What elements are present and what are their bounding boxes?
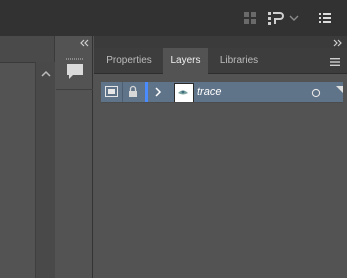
expand-arrow-icon[interactable] — [154, 86, 162, 106]
comments-button[interactable] — [56, 56, 93, 90]
layer-list-divider — [101, 102, 343, 103]
panel-tab-bar: Properties Layers Libraries — [94, 48, 347, 74]
target-circle-icon[interactable] — [311, 87, 321, 107]
chevron-down-icon[interactable] — [288, 9, 300, 27]
row-divider — [122, 82, 123, 102]
gpu-performance-icon[interactable] — [266, 9, 286, 27]
panel-header — [94, 36, 347, 48]
scroll-up-icon[interactable] — [40, 68, 52, 82]
arrange-grid-icon[interactable] — [241, 9, 259, 27]
layer-color-swatch — [145, 82, 148, 102]
document-tab-bar — [0, 36, 54, 63]
panel-menu-icon[interactable] — [329, 56, 341, 70]
comment-icon — [65, 62, 85, 85]
tab-layers[interactable]: Layers — [163, 48, 208, 74]
layer-row-trace[interactable]: trace — [101, 82, 343, 103]
tab-properties[interactable]: Properties — [98, 48, 160, 74]
vertical-scrollbar[interactable] — [35, 62, 55, 278]
visibility-eye-icon[interactable] — [105, 86, 118, 106]
selection-corner-icon — [336, 82, 343, 102]
list-menu-icon[interactable] — [316, 9, 334, 27]
app-top-bar — [0, 0, 347, 36]
collapse-dock-icon[interactable] — [78, 37, 90, 51]
layer-name[interactable]: trace — [197, 82, 221, 102]
layer-thumbnail — [174, 83, 194, 103]
collapsed-panel-dock — [56, 36, 93, 278]
tab-libraries[interactable]: Libraries — [211, 48, 267, 74]
